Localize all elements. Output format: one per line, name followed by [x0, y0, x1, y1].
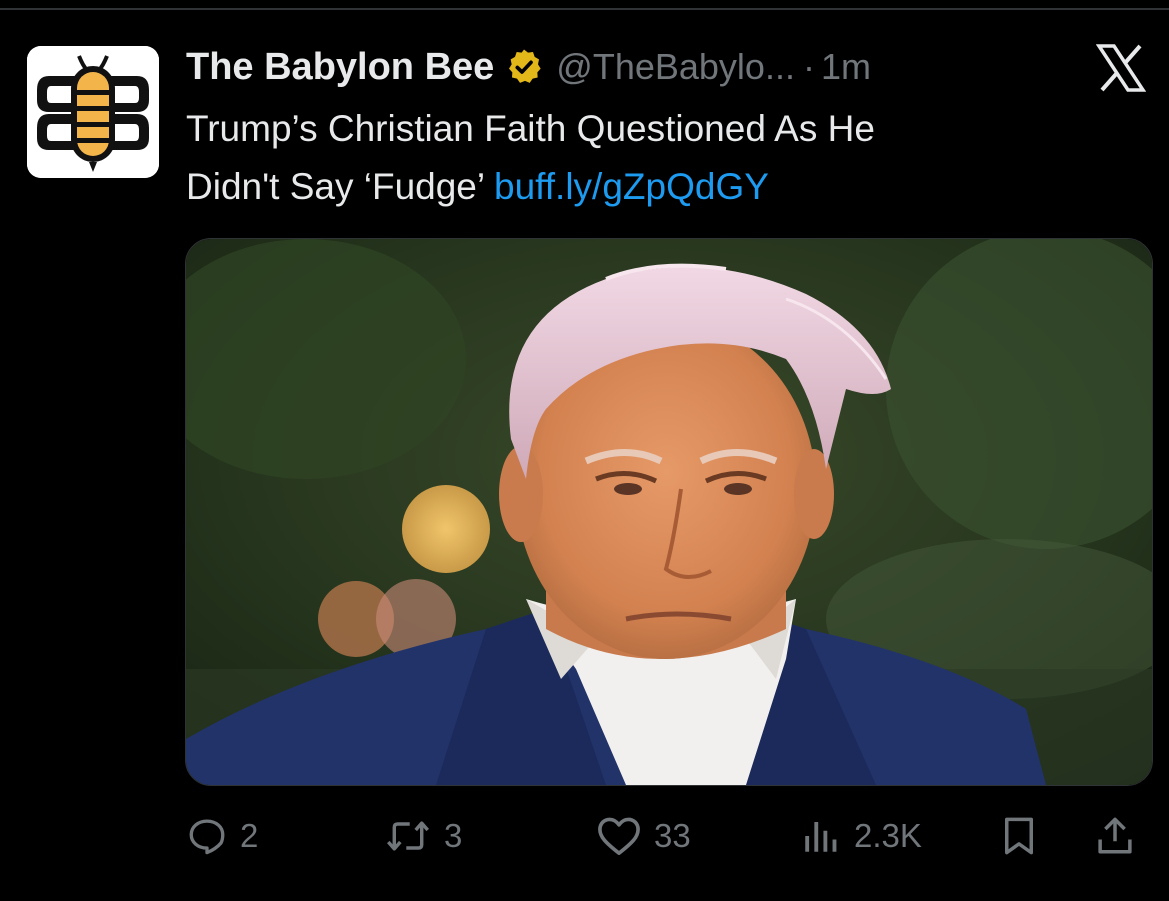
- retweet-count: 3: [444, 817, 463, 854]
- retweet-icon: [384, 815, 432, 857]
- tweet-image[interactable]: [185, 238, 1153, 786]
- tweet-card[interactable]: The Babylon Bee @TheBabylo... · 1m Trump…: [0, 0, 1169, 901]
- babylon-bee-logo-icon: [27, 46, 159, 178]
- verified-badge-icon: [504, 47, 544, 87]
- avatar[interactable]: [27, 46, 159, 178]
- bookmark-icon: [998, 814, 1040, 858]
- separator-dot: ·: [802, 46, 815, 87]
- retweet-button[interactable]: 3: [384, 808, 462, 864]
- heart-icon: [596, 815, 642, 857]
- display-name[interactable]: The Babylon Bee: [186, 46, 494, 89]
- like-count: 33: [654, 817, 691, 854]
- views-button[interactable]: 2.3K: [800, 808, 922, 864]
- views-icon: [800, 815, 842, 857]
- views-count: 2.3K: [854, 817, 922, 854]
- reply-count: 2: [240, 817, 259, 854]
- tweet-text: Trump’s Christian Faith Questioned As He…: [186, 100, 1086, 216]
- reply-button[interactable]: 2: [186, 808, 258, 864]
- bookmark-button[interactable]: [998, 808, 1040, 864]
- timestamp[interactable]: 1m: [821, 46, 871, 88]
- tweet-text-line-2: Didn't Say ‘Fudge’ buff.ly/gZpQdGY: [186, 158, 1086, 216]
- share-button[interactable]: [1094, 808, 1136, 864]
- tweet-text-line-1: Trump’s Christian Faith Questioned As He: [186, 108, 875, 149]
- tweet-header: The Babylon Bee @TheBabylo... · 1m: [186, 42, 871, 92]
- tweet-text-line-2-text: Didn't Say ‘Fudge’: [186, 166, 495, 207]
- like-button[interactable]: 33: [596, 808, 691, 864]
- x-logo-icon: [1095, 44, 1147, 92]
- tweet-link[interactable]: buff.ly/gZpQdGY: [494, 166, 769, 207]
- photo-portrait: [186, 239, 1152, 785]
- action-bar: 2 3 33 2.3K: [186, 808, 1146, 864]
- handle[interactable]: @TheBabylo...: [556, 46, 795, 88]
- share-icon: [1094, 814, 1136, 858]
- reply-icon: [186, 815, 228, 857]
